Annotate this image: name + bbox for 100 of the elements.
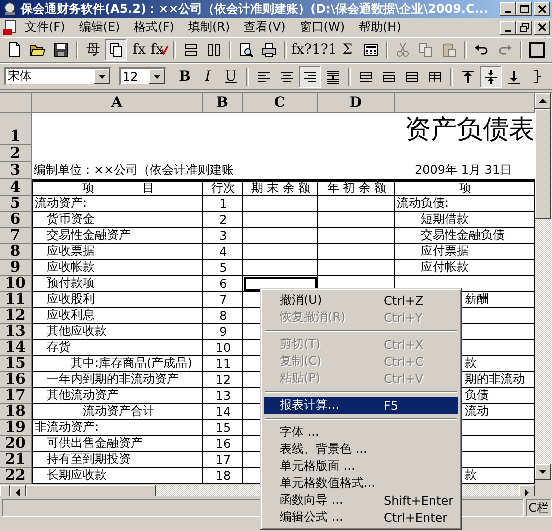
row-header[interactable]: 6 [0, 212, 32, 228]
save-icon [53, 42, 69, 58]
table-cell[interactable] [243, 228, 318, 244]
vertical-scrollbar[interactable] [535, 93, 552, 496]
close-button[interactable] [534, 20, 550, 34]
format-button[interactable]: I [197, 66, 219, 88]
menu-item[interactable]: 单元格版面 ... [264, 458, 458, 475]
menu-item[interactable]: 编辑公式 ... Ctrl+Enter [264, 509, 458, 526]
table-cell: 期的非流动 [465, 371, 525, 388]
table-cell: 流动资产合计 [32, 404, 203, 420]
toolbar-button[interactable]: 母 [82, 39, 104, 61]
table-cell: 款 [465, 467, 477, 484]
column-heading: 行次 [203, 179, 243, 196]
print-preview-icon [238, 42, 254, 58]
row-header[interactable]: 4 [0, 179, 32, 196]
row-header[interactable]: 13 [0, 324, 32, 340]
maximize-button[interactable] [516, 2, 532, 16]
menu-item[interactable]: 格式(F) [127, 18, 182, 37]
row-header[interactable]: 15 [0, 356, 32, 372]
table-cell: 9 [203, 324, 243, 340]
select-all-button[interactable] [0, 93, 32, 113]
row-header[interactable]: 8 [0, 244, 32, 260]
toolbar-button[interactable]: fx [128, 39, 150, 61]
row-header[interactable]: 1 [0, 113, 32, 145]
minimize-button[interactable] [500, 2, 516, 16]
toolbar-button[interactable]: Σ [336, 39, 359, 61]
scroll-down-button[interactable] [535, 464, 551, 480]
align-middle-button[interactable] [480, 66, 502, 88]
row-header[interactable]: 21 [0, 452, 32, 468]
menu-item[interactable]: 字体 ... [264, 424, 458, 441]
table-cell[interactable] [243, 260, 318, 276]
format-button[interactable]: U [220, 66, 242, 88]
column-header[interactable]: C [243, 93, 318, 113]
row-header[interactable]: 3 [0, 162, 32, 179]
column-header[interactable]: A [32, 93, 203, 113]
column-header[interactable]: B [203, 93, 243, 113]
row-header[interactable]: 16 [0, 372, 32, 388]
align-right-button[interactable] [299, 66, 321, 88]
font-dropdown[interactable]: 宋体 [4, 67, 112, 86]
company-label: 编制单位：××公司（依会计准则建账 [34, 162, 234, 179]
table-cell: 款 [465, 355, 477, 372]
restore-button[interactable] [516, 20, 532, 34]
menu-item[interactable]: 编辑(E) [72, 18, 128, 37]
menu-item[interactable]: 填制(R) [181, 18, 238, 37]
selected-cell[interactable] [243, 276, 318, 292]
table-cell: 13 [203, 388, 243, 404]
menu-item[interactable]: 报表计算... F5 [264, 397, 458, 414]
column-heading: 年 初 余 额 [318, 179, 395, 196]
formula-check-button[interactable]: fx [151, 39, 162, 61]
row-header[interactable]: 10 [0, 276, 32, 292]
row-header[interactable]: 5 [0, 196, 32, 212]
window-title: 保会通财务软件(A5.2)：××公司（依会计准则建账）(D:\保会通数据\企业\2009.C... [21, 0, 490, 18]
table-cell-text: 应付帐款 [420, 259, 469, 276]
row-header[interactable]: 12 [0, 308, 32, 324]
menu-item[interactable]: 函数向导 ... Shift+Enter [264, 492, 458, 509]
column-heading: 期 末 余 额 [243, 179, 318, 196]
menu-item[interactable]: 单元格数值格式... [264, 475, 458, 492]
border-icon [529, 42, 546, 58]
close-button[interactable] [534, 2, 550, 16]
toolbar-button[interactable]: 1?1 [314, 39, 336, 61]
column-heading: 项 目 [32, 179, 203, 196]
column-header[interactable]: D [318, 93, 395, 113]
copy-pages-button[interactable] [105, 39, 128, 61]
row-header[interactable]: 7 [0, 228, 32, 244]
row-header[interactable]: 17 [0, 388, 32, 404]
undo-icon [474, 42, 490, 58]
menu-item[interactable]: 表线、背景色 ... [264, 441, 458, 458]
table-cell[interactable] [243, 244, 318, 260]
scroll-thumb[interactable] [535, 109, 551, 219]
table-cell: 11 [203, 356, 243, 372]
menu-item[interactable]: 帮助(H) [352, 18, 408, 37]
row-header[interactable]: 22 [0, 468, 32, 484]
columns-icon [206, 42, 222, 58]
menu-item[interactable]: 查看(V) [237, 18, 293, 37]
row-header[interactable]: 14 [0, 340, 32, 356]
align-middle-icon [483, 68, 499, 84]
table-cell: 持有至到期投资 [32, 452, 203, 468]
menu-item[interactable]: 撤消(U) Ctrl+Z [264, 292, 458, 309]
paste-icon [441, 42, 458, 58]
row-header[interactable]: 11 [0, 292, 32, 308]
menu-item[interactable]: 文件(F) [18, 18, 72, 37]
table-cell: 应收票据 [32, 244, 203, 260]
down-arrow-icon [539, 469, 547, 475]
row-header[interactable]: 2 [0, 145, 32, 162]
toolbar-button[interactable]: fx? [290, 39, 313, 61]
minimize-button[interactable] [500, 20, 516, 34]
restore-icon [520, 23, 528, 32]
table-cell[interactable] [243, 196, 318, 212]
row-header[interactable]: 20 [0, 436, 32, 452]
row-header[interactable]: 19 [0, 420, 32, 436]
scroll-up-button[interactable] [535, 93, 551, 109]
right-arrow-icon [524, 489, 530, 496]
row-header[interactable]: 9 [0, 260, 32, 276]
menu-item[interactable]: 窗口(W) [292, 18, 352, 37]
up-arrow-icon [539, 98, 547, 104]
size-dropdown[interactable]: 12 [119, 67, 167, 86]
row-header[interactable]: 18 [0, 404, 32, 420]
table-cell[interactable] [243, 212, 318, 228]
format-button[interactable]: B [174, 66, 196, 88]
table-cell: 8 [203, 308, 243, 324]
